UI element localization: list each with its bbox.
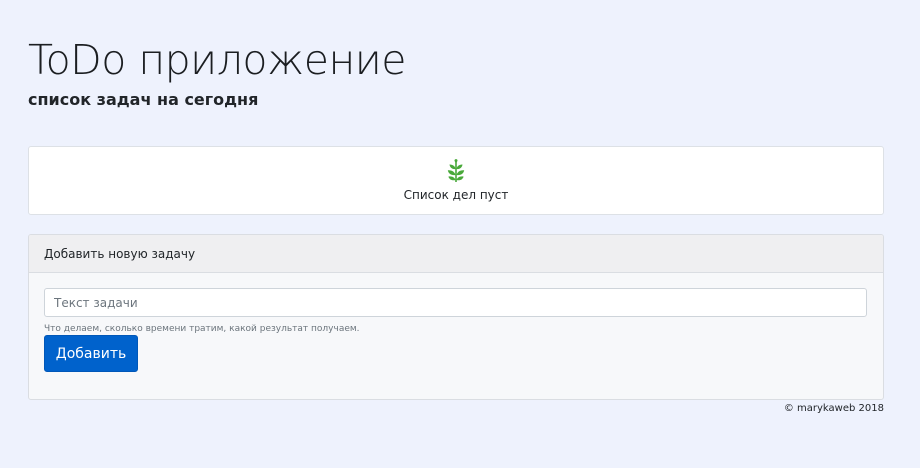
footer-copyright: © marykaweb 2018	[783, 403, 884, 414]
task-text-input[interactable]	[44, 288, 867, 317]
page-title: ToDo приложение	[28, 36, 406, 84]
empty-list-message: Список дел пуст	[403, 188, 509, 202]
task-input-help-text: Что делаем, сколько времени тратим, како…	[44, 324, 360, 334]
add-task-card: Добавить новую задачу Что делаем, скольк…	[28, 234, 884, 400]
task-list-card: Список дел пуст	[28, 146, 884, 215]
add-task-heading: Добавить новую задачу	[44, 247, 196, 261]
add-task-card-header: Добавить новую задачу	[29, 235, 883, 273]
leaf-icon	[447, 159, 465, 183]
add-task-button[interactable]: Добавить	[44, 335, 138, 372]
page-subtitle: список задач на сегодня	[28, 90, 259, 109]
